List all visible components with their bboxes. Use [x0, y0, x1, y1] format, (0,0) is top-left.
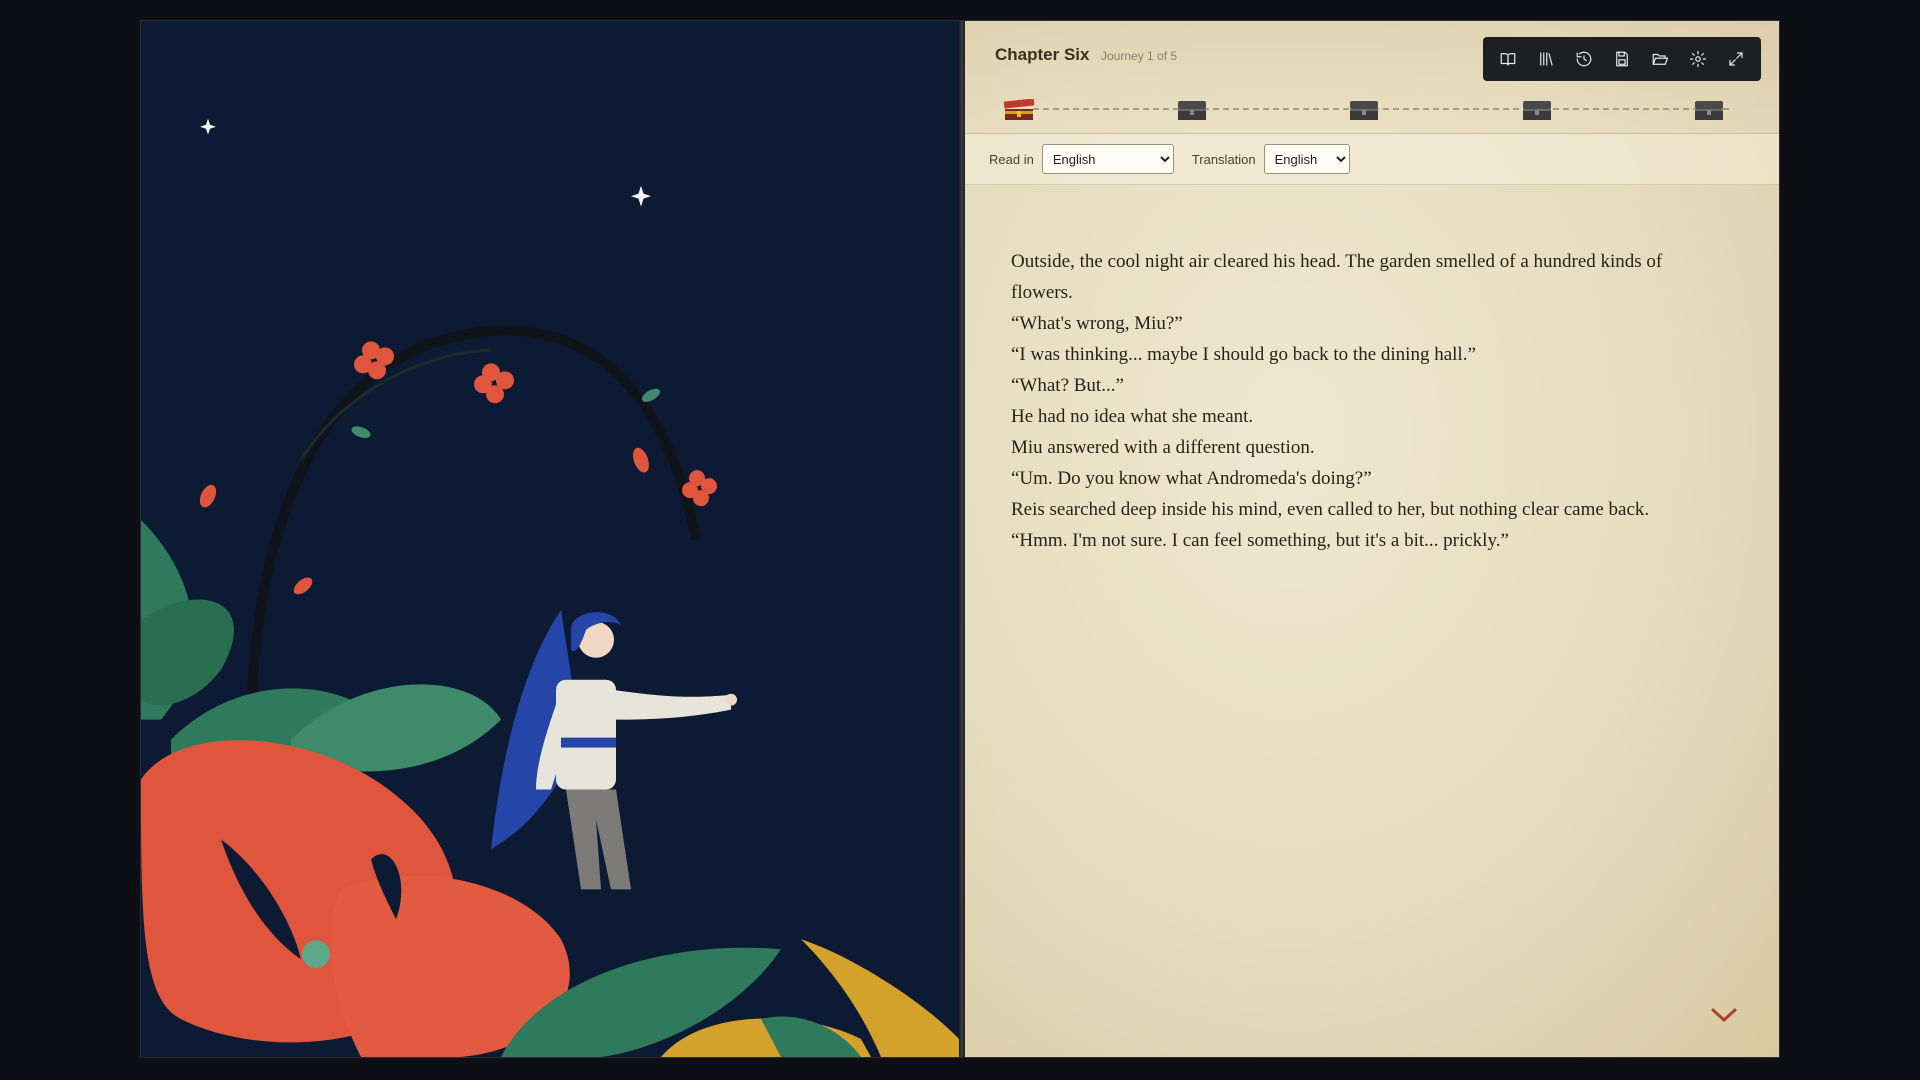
story-paragraph: Outside, the cool night air cleared his … [1011, 251, 1663, 303]
story-paragraph: Miu answered with a different question. [1011, 437, 1315, 458]
story-paragraph: “What's wrong, Miu?” [1011, 313, 1183, 334]
journey-progress-label: Journey 1 of 5 [1101, 49, 1178, 63]
illustration-page [141, 21, 959, 1057]
translation-select[interactable]: English [1263, 144, 1350, 174]
story-paragraph: “What? But...” [1011, 375, 1124, 396]
treasure-chest-closed-icon [1695, 101, 1723, 120]
treasure-chest-closed-icon [1522, 101, 1551, 120]
scroll-down-chevron-icon[interactable] [1711, 1007, 1737, 1023]
storybook: Chapter Six Journey 1 of 5 Read in Engli… [140, 20, 1780, 1058]
story-text: Outside, the cool night air cleared his … [1011, 246, 1671, 556]
history-icon[interactable] [1571, 46, 1597, 72]
settings-icon[interactable] [1685, 46, 1711, 72]
story-paragraph: “Um. Do you know what Andromeda's doing?… [1011, 468, 1372, 489]
library-icon[interactable] [1533, 46, 1559, 72]
journey-progress-track [1003, 99, 1739, 120]
save-icon[interactable] [1609, 46, 1635, 72]
treasure-chest-closed-icon [1350, 101, 1378, 120]
read-in-select[interactable]: English [1041, 144, 1174, 174]
reader-toolbar [1483, 37, 1761, 81]
fullscreen-icon[interactable] [1723, 46, 1749, 72]
text-page: Chapter Six Journey 1 of 5 Read in Engli… [965, 21, 1779, 1057]
read-in-label: Read in [989, 151, 1034, 167]
story-paragraph: “I was thinking... maybe I should go bac… [1011, 344, 1476, 365]
treasure-chest-closed-icon [1177, 101, 1206, 120]
treasure-chest-open-icon [1003, 99, 1035, 120]
chapter-title: Chapter Six [995, 45, 1090, 64]
book-icon[interactable] [1495, 46, 1521, 72]
story-paragraph: He had no idea what she meant. [1011, 406, 1254, 427]
story-paragraph: “Hmm. I'm not sure. I can feel something… [1011, 530, 1509, 551]
chapter-header: Chapter Six Journey 1 of 5 [965, 21, 1779, 134]
folder-open-icon[interactable] [1647, 46, 1673, 72]
story-paragraph: Reis searched deep inside his mind, even… [1011, 499, 1650, 520]
night-garden-illustration [141, 21, 959, 1057]
language-bar: Read in English Translation English [965, 134, 1779, 185]
translation-label: Translation [1191, 151, 1256, 167]
